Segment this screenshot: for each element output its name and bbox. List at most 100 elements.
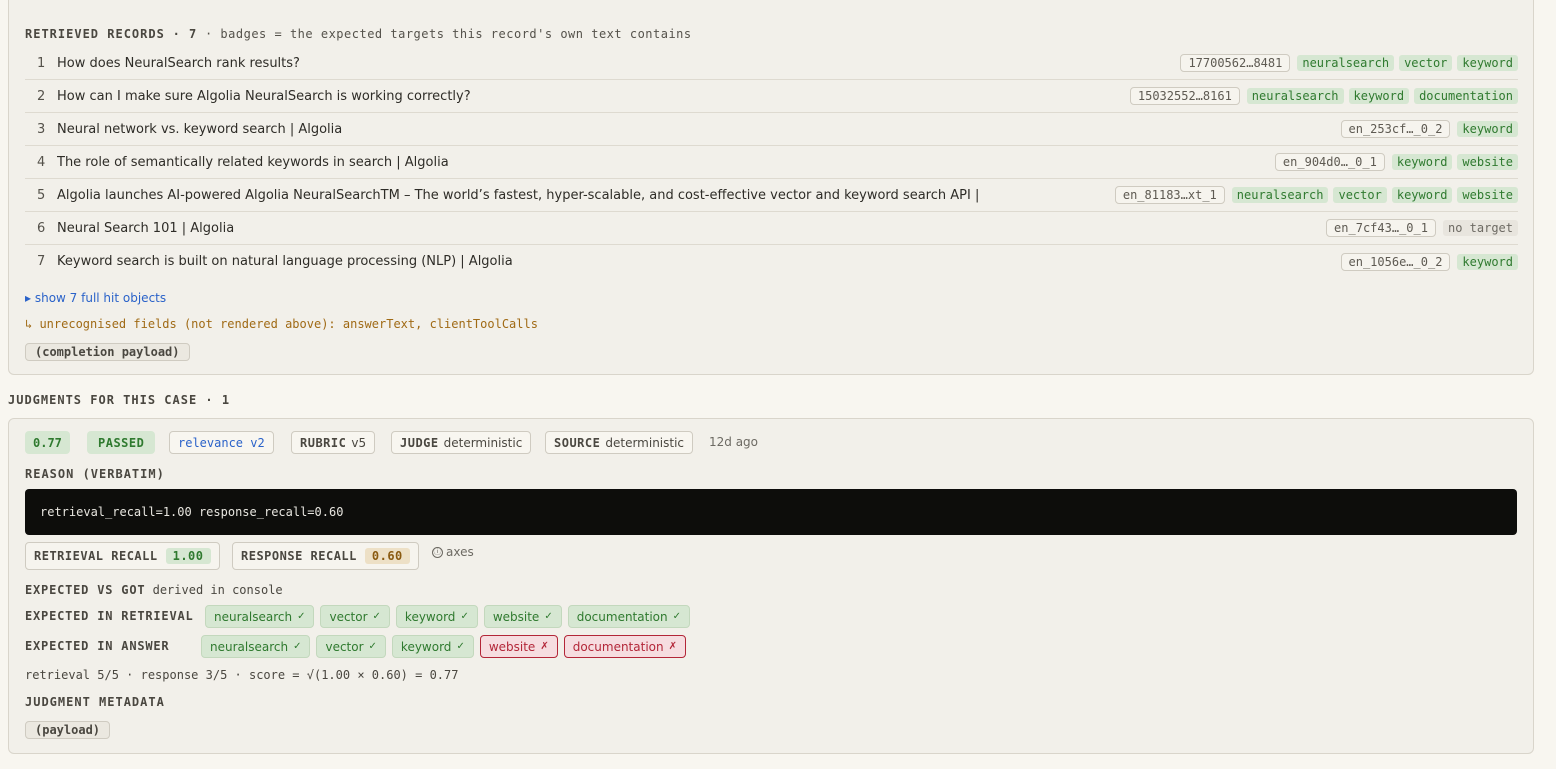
- expected-in-answer-chips: neuralsearch ✓ vector ✓ keyword ✓ website ✗ docu…: [201, 635, 686, 658]
- retrieved-records-heading: RETRIEVED RECORDS · 7 · badges = the exp…: [25, 27, 692, 41]
- record-badges: en_904d0…_0_1 keyword website: [1274, 153, 1518, 171]
- check-icon: ✓: [372, 611, 381, 622]
- no-target-badge: no target: [1442, 220, 1518, 236]
- target-badge: neuralsearch: [1297, 55, 1395, 71]
- rubric-value: v5: [351, 435, 367, 450]
- record-row[interactable]: 6 Neural Search 101 | Algolia en_7cf43…_0_…: [25, 212, 1518, 245]
- show-full-hits-link[interactable]: ▸ show 7 full hit objects: [25, 291, 166, 305]
- judgment-metadata-heading: JUDGMENT METADATA: [25, 695, 165, 709]
- record-id-badge: en_904d0…_0_1: [1274, 153, 1385, 171]
- target-badge: vector: [1399, 55, 1453, 71]
- chip-label: documentation: [576, 609, 668, 624]
- unrecognised-fields-note: ↳ unrecognised fields (not rendered abov…: [25, 317, 538, 331]
- expected-target-chip: website ✓: [483, 605, 562, 628]
- reason-heading: REASON (VERBATIM): [25, 467, 165, 481]
- target-badge: website: [1457, 187, 1518, 203]
- expected-target-chip: documentation ✓: [567, 605, 690, 628]
- check-icon: ✓: [460, 611, 469, 622]
- source-badge: SOURCE deterministic: [545, 431, 694, 454]
- check-icon: ✓: [293, 641, 302, 652]
- record-title: Algolia launches AI-powered Algolia Neur…: [57, 187, 980, 203]
- record-number: 2: [37, 88, 46, 104]
- axes-info[interactable]: ⓘ axes: [432, 545, 474, 559]
- cross-icon: ✗: [540, 641, 549, 652]
- response-recall-label: RESPONSE RECALL: [241, 549, 357, 563]
- target-badge: website: [1457, 154, 1518, 170]
- check-icon: ✓: [297, 611, 306, 622]
- expected-target-chip: neuralsearch ✓: [201, 635, 311, 658]
- record-title: How does NeuralSearch rank results?: [57, 55, 300, 71]
- chip-label: documentation: [572, 639, 664, 654]
- record-title: Keyword search is built on natural langu…: [57, 254, 513, 269]
- retrieval-recall-metric: RETRIEVAL RECALL 1.00: [25, 542, 220, 570]
- expected-target-chip: keyword ✓: [395, 605, 478, 628]
- rubric-label: RUBRIC: [300, 435, 347, 450]
- record-number: 1: [37, 55, 46, 71]
- record-row[interactable]: 5 Algolia launches AI-powered Algolia Neu…: [25, 179, 1518, 212]
- chip-label: neuralsearch: [210, 639, 289, 654]
- target-badge: keyword: [1457, 55, 1518, 71]
- target-badge: documentation: [1414, 88, 1518, 104]
- record-badges: 17700562…8481 neuralsearch vector keyword: [1180, 54, 1518, 72]
- check-icon: ✓: [544, 611, 553, 622]
- retrieval-recall-label: RETRIEVAL RECALL: [34, 549, 158, 563]
- record-row[interactable]: 2 How can I make sure Algolia NeuralSearc…: [25, 80, 1518, 113]
- response-recall-value: 0.60: [364, 548, 410, 564]
- record-number: 6: [37, 220, 46, 236]
- target-badge: keyword: [1391, 187, 1453, 203]
- check-icon: ✓: [456, 641, 465, 652]
- axes-label: axes: [446, 545, 474, 559]
- record-row[interactable]: 4 The role of semantically related keywor…: [25, 146, 1518, 179]
- record-row[interactable]: 1 How does NeuralSearch rank results? 1770…: [25, 47, 1518, 80]
- record-id-badge: 17700562…8481: [1180, 54, 1291, 72]
- expected-target-chip: vector ✓: [316, 635, 386, 658]
- status-badge: PASSED: [87, 431, 156, 454]
- response-recall-metric: RESPONSE RECALL 0.60: [232, 542, 419, 570]
- record-number: 7: [37, 254, 46, 269]
- judgment-age: 12d ago: [709, 435, 759, 449]
- expected-target-chip: vector ✓: [320, 605, 390, 628]
- judge-badge: JUDGE deterministic: [391, 431, 532, 454]
- score-formula: retrieval 5/5 · response 3/5 · score = √…: [25, 668, 459, 682]
- check-icon: ✓: [672, 611, 681, 622]
- metric-link[interactable]: relevance v2: [169, 431, 274, 454]
- judgments-heading: JUDGMENTS FOR THIS CASE · 1: [8, 393, 231, 407]
- target-badge: keyword: [1457, 121, 1518, 137]
- record-id-badge: 15032552…8161: [1129, 87, 1240, 105]
- target-badge: keyword: [1391, 154, 1453, 170]
- payload-button[interactable]: (payload): [25, 721, 111, 739]
- record-title: How can I make sure Algolia NeuralSearch…: [57, 88, 471, 104]
- record-row[interactable]: 7 Keyword search is built on natural lang…: [25, 245, 1518, 278]
- record-number: 3: [37, 121, 46, 137]
- judge-label: JUDGE: [400, 435, 439, 450]
- record-number: 4: [37, 154, 46, 170]
- target-badge: neuralsearch: [1246, 88, 1344, 104]
- record-badges: 15032552…8161 neuralsearch keyword document…: [1129, 87, 1518, 105]
- chip-label: keyword: [400, 639, 452, 654]
- expected-in-retrieval-label: EXPECTED IN RETRIEVAL: [25, 609, 194, 623]
- judgment-card: 0.77 PASSED relevance v2 RUBRIC v5 JUDGE…: [8, 418, 1534, 754]
- record-number: 5: [37, 187, 46, 203]
- record-row[interactable]: 3 Neural network vs. keyword search | Alg…: [25, 113, 1518, 146]
- chip-label: keyword: [404, 609, 456, 624]
- retrieved-records-list: 1 How does NeuralSearch rank results? 1770…: [25, 47, 1518, 278]
- record-title: Neural network vs. keyword search | Algo…: [57, 121, 343, 137]
- target-badge: vector: [1333, 187, 1387, 203]
- rubric-badge: RUBRIC v5: [291, 431, 376, 454]
- completion-payload-button[interactable]: (completion payload): [25, 343, 190, 361]
- expected-in-answer-label: EXPECTED IN ANSWER: [25, 639, 170, 653]
- retrieval-recall-value: 1.00: [165, 548, 211, 564]
- record-badges: en_1056e…_0_2 keyword: [1340, 252, 1518, 271]
- record-id-badge: en_7cf43…_0_1: [1326, 219, 1436, 237]
- chip-label: neuralsearch: [214, 609, 293, 624]
- info-icon: ⓘ: [432, 546, 443, 558]
- record-badges: en_81183…xt_1 neuralsearch vector keyword we…: [1114, 186, 1518, 204]
- record-id-badge: en_253cf…_0_2: [1340, 120, 1451, 138]
- expected-target-chip: documentation ✗: [563, 635, 686, 658]
- expected-vs-got-heading: EXPECTED VS GOT derived in console: [25, 583, 283, 597]
- record-badges: en_7cf43…_0_1 no target: [1326, 219, 1518, 237]
- expected-target-chip: keyword ✓: [391, 635, 474, 658]
- record-id-badge: en_81183…xt_1: [1114, 186, 1225, 204]
- cross-icon: ✗: [668, 641, 677, 652]
- reason-text: retrieval_recall=1.00 response_recall=0.…: [25, 489, 1517, 535]
